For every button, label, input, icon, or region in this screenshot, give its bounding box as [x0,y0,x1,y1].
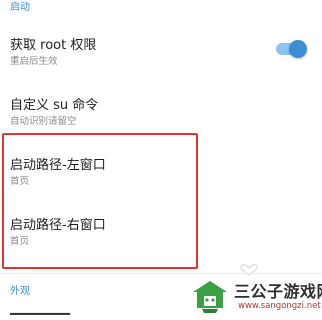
setting-root[interactable]: 获取 root 权限 重启后生效 [0,28,322,78]
setting-root-title: 获取 root 权限 [10,38,97,53]
watermark-url: www.sangongzi.net [238,301,321,311]
watermark: 三公子游戏网 www.sangongzi.net [188,276,322,320]
highlight-box [2,133,198,269]
setting-su-command[interactable]: 自定义 su 命令 自动识别请留空 [0,88,322,128]
section-header-startup: 启动 [10,2,30,13]
root-toggle[interactable] [276,40,307,58]
setting-root-subtitle: 重启后生效 [10,56,58,67]
watermark-logo-icon [193,281,227,313]
setting-su-title: 自定义 su 命令 [10,98,99,113]
root-toggle-knob [289,40,307,58]
section-header-appearance: 外观 [10,286,30,297]
divider [0,273,322,274]
setting-su-subtitle: 自动识别请留空 [10,116,77,127]
heart-icon [240,264,258,276]
watermark-name: 三公子游戏网 [234,282,322,301]
